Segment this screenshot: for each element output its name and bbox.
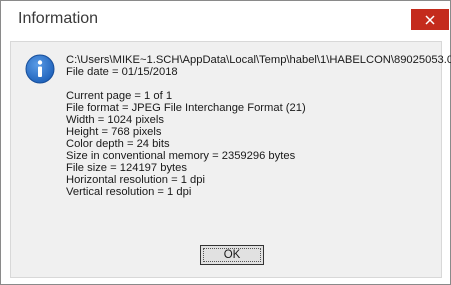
image-width: Width = 1024 pixels [66,114,164,126]
file-date: File date = 01/15/2018 [66,66,178,78]
title-bar[interactable]: Information [1,1,450,36]
current-page: Current page = 1 of 1 [66,90,173,102]
file-format: File format = JPEG File Interchange Form… [66,102,306,114]
memory-size: Size in conventional memory = 2359296 by… [66,150,296,162]
image-height: Height = 768 pixels [66,126,162,138]
color-depth: Color depth = 24 bits [66,138,170,150]
dialog-content: C:\Users\MIKE~1.SCH\AppData\Local\Temp\h… [10,41,451,278]
horizontal-resolution: Horizontal resolution = 1 dpi [66,174,205,186]
ok-button[interactable]: OK [200,245,264,265]
dialog-title: Information [18,10,99,27]
ok-button-label: OK [223,249,241,261]
info-icon [25,54,55,84]
message-text: C:\Users\MIKE~1.SCH\AppData\Local\Temp\h… [66,54,451,198]
file-size: File size = 124197 bytes [66,162,187,174]
vertical-resolution: Vertical resolution = 1 dpi [66,186,192,198]
file-path: C:\Users\MIKE~1.SCH\AppData\Local\Temp\h… [66,54,451,66]
information-dialog: Information C:\Users\MIKE~1.SCH\AppData\… [0,0,451,285]
close-icon [425,15,435,25]
close-button[interactable] [411,9,449,30]
